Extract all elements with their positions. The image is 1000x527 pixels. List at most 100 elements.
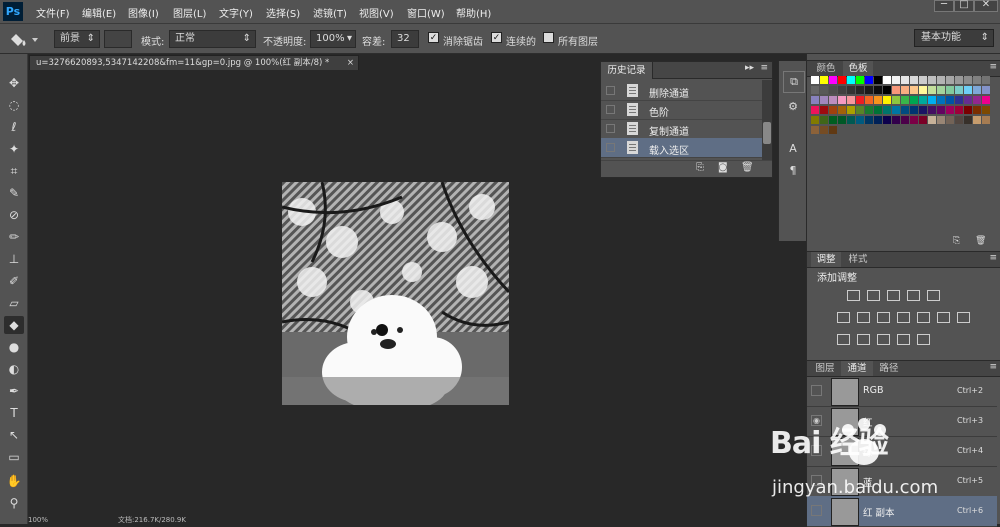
- history-dock-icon[interactable]: ⧉: [783, 71, 805, 93]
- color-swatch[interactable]: [865, 76, 873, 84]
- close-document-icon[interactable]: ×: [347, 56, 354, 70]
- color-swatch[interactable]: [937, 96, 945, 104]
- maximize-button[interactable]: □: [954, 0, 974, 12]
- color-swatch[interactable]: [865, 116, 873, 124]
- adjustment-icon[interactable]: [837, 312, 850, 323]
- mode-select[interactable]: 正常 ⇕: [169, 30, 256, 48]
- paragraph-dock-icon[interactable]: ¶: [783, 161, 803, 181]
- eraser-tool-icon[interactable]: ▱: [4, 294, 24, 312]
- color-swatch[interactable]: [982, 106, 990, 114]
- color-swatch[interactable]: [973, 86, 981, 94]
- adjustment-icon[interactable]: [837, 334, 850, 345]
- menu-select[interactable]: 选择(S): [266, 5, 300, 20]
- color-swatch[interactable]: [829, 76, 837, 84]
- color-swatch[interactable]: [982, 116, 990, 124]
- snapshot-checkbox[interactable]: [606, 143, 615, 152]
- history-item[interactable]: 删除通道: [601, 81, 762, 101]
- snapshot-checkbox[interactable]: [606, 105, 615, 114]
- color-swatch[interactable]: [829, 116, 837, 124]
- character-dock-icon[interactable]: A: [783, 139, 803, 159]
- adjustment-icon[interactable]: [877, 312, 890, 323]
- menu-edit[interactable]: 编辑(E): [82, 5, 116, 20]
- color-swatch[interactable]: [892, 76, 900, 84]
- tab-channels[interactable]: 通道: [841, 361, 873, 376]
- color-swatch[interactable]: [865, 86, 873, 94]
- healing-brush-tool-icon[interactable]: ⊘: [4, 206, 24, 224]
- panel-menu-icon[interactable]: ≡: [989, 62, 997, 72]
- color-swatch[interactable]: [874, 96, 882, 104]
- color-swatch[interactable]: [856, 106, 864, 114]
- color-swatch[interactable]: [874, 76, 882, 84]
- snapshot-checkbox[interactable]: [606, 86, 615, 95]
- color-swatch[interactable]: [919, 86, 927, 94]
- color-swatch[interactable]: [820, 126, 828, 134]
- new-swatch-icon[interactable]: ⎘: [953, 236, 960, 246]
- color-swatch[interactable]: [964, 96, 972, 104]
- adjustment-icon[interactable]: [897, 334, 910, 345]
- color-swatch[interactable]: [856, 116, 864, 124]
- color-swatch[interactable]: [946, 96, 954, 104]
- color-swatch[interactable]: [910, 76, 918, 84]
- color-swatch[interactable]: [820, 116, 828, 124]
- color-swatch[interactable]: [820, 106, 828, 114]
- color-swatch[interactable]: [928, 76, 936, 84]
- history-item[interactable]: 复制通道: [601, 119, 762, 139]
- menu-help[interactable]: 帮助(H): [456, 5, 491, 20]
- contiguous-checkbox[interactable]: ✓: [491, 32, 502, 43]
- color-swatch[interactable]: [964, 116, 972, 124]
- adjustment-icon[interactable]: [957, 312, 970, 323]
- color-swatch[interactable]: [946, 76, 954, 84]
- color-swatch[interactable]: [883, 76, 891, 84]
- fill-source-select[interactable]: 前景 ⇕: [54, 30, 100, 48]
- adjustment-icon[interactable]: [867, 290, 880, 301]
- color-swatch[interactable]: [811, 126, 819, 134]
- color-swatch[interactable]: [937, 76, 945, 84]
- minimize-button[interactable]: ─: [934, 0, 954, 12]
- color-swatch[interactable]: [847, 76, 855, 84]
- color-swatch[interactable]: [946, 86, 954, 94]
- menu-file[interactable]: 文件(F): [36, 5, 70, 20]
- color-swatch[interactable]: [901, 76, 909, 84]
- color-swatch[interactable]: [874, 116, 882, 124]
- tab-color[interactable]: 颜色: [811, 61, 841, 76]
- color-swatch[interactable]: [910, 116, 918, 124]
- pen-tool-icon[interactable]: ✒: [4, 382, 24, 400]
- menu-layer[interactable]: 图层(L): [173, 5, 206, 20]
- color-swatch[interactable]: [847, 86, 855, 94]
- eyedropper-tool-icon[interactable]: ✎: [4, 184, 24, 202]
- color-swatch[interactable]: [973, 96, 981, 104]
- panel-menu-icon[interactable]: ≡: [989, 362, 997, 372]
- tool-preset-picker[interactable]: [6, 28, 40, 50]
- collapse-panel-icon[interactable]: ▸▸: [745, 63, 754, 73]
- adjustment-icon[interactable]: [877, 334, 890, 345]
- workspace-switcher[interactable]: 基本功能 ⇕: [914, 29, 994, 47]
- tab-history[interactable]: 历史记录: [601, 62, 653, 79]
- color-swatch[interactable]: [829, 126, 837, 134]
- color-swatch[interactable]: [847, 96, 855, 104]
- pattern-picker[interactable]: [104, 30, 132, 48]
- history-scrollbar[interactable]: [762, 80, 772, 160]
- trash-icon[interactable]: 🗑: [741, 162, 754, 173]
- document-image[interactable]: [282, 182, 509, 405]
- menu-image[interactable]: 图像(I): [128, 5, 159, 20]
- all-layers-checkbox[interactable]: [543, 32, 554, 43]
- color-swatch[interactable]: [964, 106, 972, 114]
- brush-presets-dock-icon[interactable]: ⚙: [783, 97, 803, 117]
- color-swatch[interactable]: [937, 86, 945, 94]
- color-swatch[interactable]: [847, 116, 855, 124]
- brush-tool-icon[interactable]: ✏: [4, 228, 24, 246]
- color-swatch[interactable]: [811, 86, 819, 94]
- color-swatch[interactable]: [838, 76, 846, 84]
- color-swatch[interactable]: [982, 96, 990, 104]
- adjustment-icon[interactable]: [857, 334, 870, 345]
- tab-styles[interactable]: 样式: [843, 252, 873, 267]
- adjustment-icon[interactable]: [927, 290, 940, 301]
- type-tool-icon[interactable]: T: [4, 404, 24, 422]
- menu-window[interactable]: 窗口(W): [407, 5, 445, 20]
- new-document-from-state-icon[interactable]: ⎘: [696, 162, 704, 173]
- color-swatch[interactable]: [856, 76, 864, 84]
- history-item-selected[interactable]: 载入选区: [601, 138, 762, 158]
- history-scrollbar-thumb[interactable]: [763, 122, 771, 144]
- move-tool-icon[interactable]: ✥: [4, 74, 24, 92]
- color-swatch[interactable]: [811, 76, 819, 84]
